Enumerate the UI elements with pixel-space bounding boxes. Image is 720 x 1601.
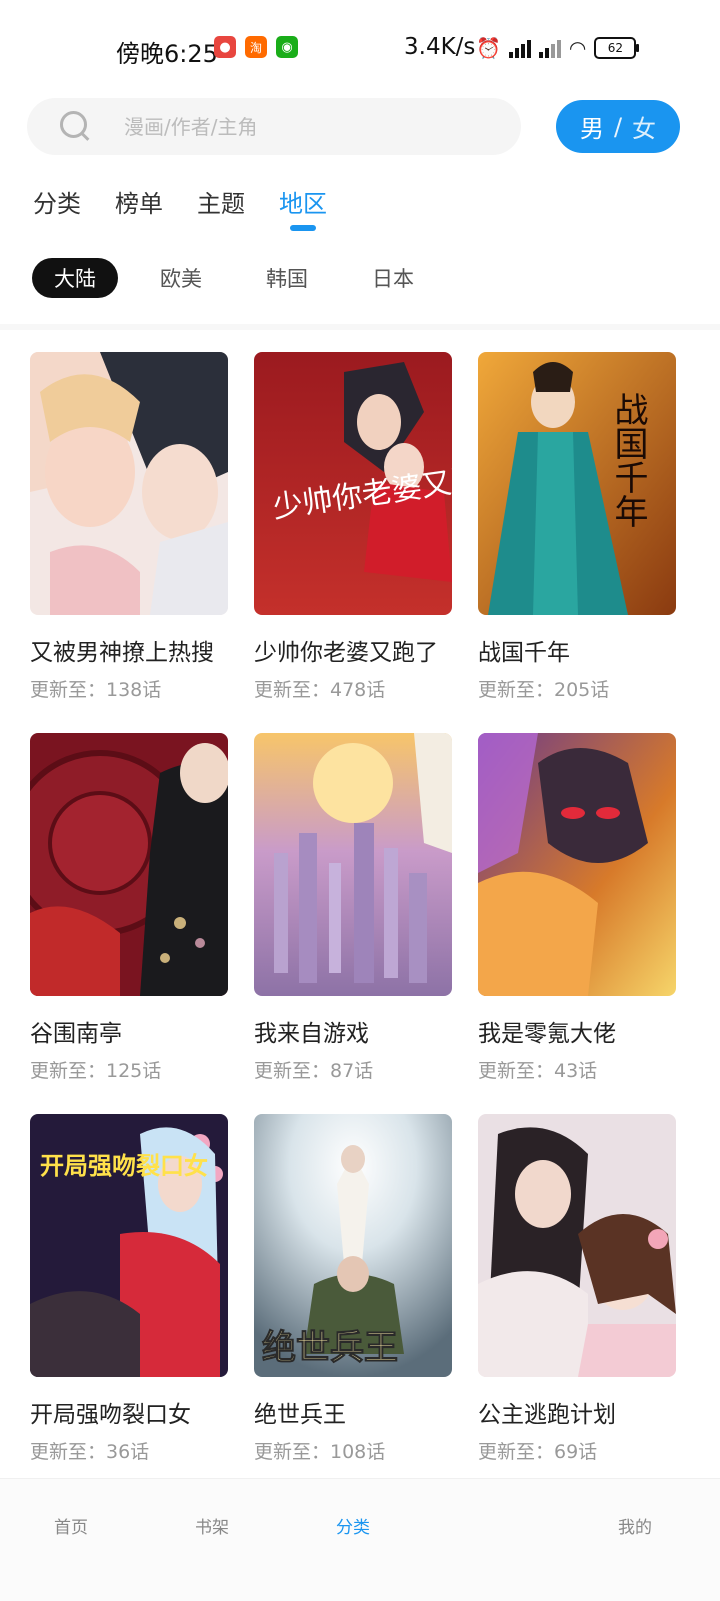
tab-ranking[interactable]: 榜单 — [115, 184, 163, 231]
comic-card[interactable]: 谷围南亭 更新至：125话 — [30, 733, 228, 1083]
comic-card[interactable]: 少帅你老婆又跑了 少帅你老婆又跑了 更新至：478话 — [254, 352, 452, 702]
search-icon — [56, 107, 96, 147]
comic-title[interactable]: 开局强吻裂口女 — [30, 1395, 228, 1429]
cover-title-text: 绝世兵王 — [262, 1328, 398, 1368]
region-chip-japan[interactable]: 日本 — [350, 258, 436, 298]
comic-cover[interactable]: 开局强吻裂口女 — [30, 1114, 228, 1377]
comic-card[interactable]: 开局强吻裂口女 开局强吻裂口女 更新至：36话 — [30, 1114, 228, 1464]
comic-cover[interactable]: 少帅你老婆又跑了 — [254, 352, 452, 615]
comic-update: 更新至：69话 — [478, 1441, 598, 1463]
region-chip-korea[interactable]: 韩国 — [244, 258, 330, 298]
status-time: 傍晚6:25 — [116, 40, 218, 68]
taobao-icon: 淘 — [245, 36, 267, 58]
comic-cover[interactable]: 战国千年 — [478, 352, 676, 615]
nav-bookshelf[interactable]: 书架 — [172, 1513, 252, 1538]
comic-title[interactable]: 战国千年 — [478, 633, 676, 667]
comic-cover[interactable] — [30, 352, 228, 615]
comic-cover[interactable] — [478, 1114, 676, 1377]
comic-update: 更新至：138话 — [30, 679, 162, 701]
comic-card[interactable]: 我是零氪大佬 更新至：43话 — [478, 733, 676, 1083]
comic-update: 更新至：43话 — [478, 1060, 598, 1082]
wifi-icon: ◠ — [568, 36, 587, 60]
red-bear-app-icon: ● — [214, 36, 236, 58]
comic-card[interactable]: 又被男神撩上热搜 更新至：138话 — [30, 352, 228, 702]
comic-title[interactable]: 少帅你老婆又跑了 — [254, 633, 452, 667]
battery-icon: 62 — [594, 37, 640, 59]
region-filter: 大陆 欧美 韩国 日本 — [32, 258, 456, 298]
gender-separator: / — [613, 112, 623, 141]
comic-update: 更新至：36话 — [30, 1441, 150, 1463]
comic-update: 更新至：87话 — [254, 1060, 374, 1082]
nav-category[interactable]: 分类 — [313, 1513, 393, 1538]
comic-card[interactable]: 绝世兵王 绝世兵王 更新至：108话 — [254, 1114, 452, 1464]
tab-category[interactable]: 分类 — [33, 184, 81, 231]
nav-profile[interactable]: 我的 — [595, 1513, 675, 1538]
alarm-icon: ⏰ — [476, 36, 501, 60]
comic-update: 更新至：205话 — [478, 679, 610, 701]
comic-cover[interactable] — [30, 733, 228, 996]
tab-region[interactable]: 地区 — [279, 184, 327, 231]
region-chip-western[interactable]: 欧美 — [138, 258, 224, 298]
region-chip-mainland[interactable]: 大陆 — [32, 258, 118, 298]
comic-title[interactable]: 谷围南亭 — [30, 1014, 228, 1048]
comic-update: 更新至：478话 — [254, 679, 386, 701]
nav-home[interactable]: 首页 — [31, 1513, 111, 1538]
comic-cover[interactable] — [478, 733, 676, 996]
tab-theme[interactable]: 主题 — [197, 184, 245, 231]
gender-toggle-button[interactable]: 男 / 女 — [556, 100, 680, 153]
network-speed: 3.4K/s — [404, 34, 476, 60]
category-tabs: 分类 榜单 主题 地区 — [33, 184, 327, 231]
gender-male-label[interactable]: 男 — [580, 109, 604, 144]
comic-title[interactable]: 我是零氪大佬 — [478, 1014, 676, 1048]
comic-title[interactable]: 绝世兵王 — [254, 1395, 452, 1429]
comic-update: 更新至：108话 — [254, 1441, 386, 1463]
comic-title[interactable]: 公主逃跑计划 — [478, 1395, 676, 1429]
comic-cover[interactable]: 绝世兵王 — [254, 1114, 452, 1377]
cover-title-text: 战国千年 — [608, 392, 648, 528]
search-bar[interactable] — [27, 98, 521, 155]
comic-update: 更新至：125话 — [30, 1060, 162, 1082]
comic-card[interactable]: 我来自游戏 更新至：87话 — [254, 733, 452, 1083]
status-bar: 傍晚6:25 ● 淘 ◉ 3.4K/s ⏰ ◠ 62 — [0, 0, 720, 96]
search-input[interactable] — [122, 113, 486, 140]
comic-cover[interactable] — [254, 733, 452, 996]
wechat-icon: ◉ — [276, 36, 298, 58]
comic-title[interactable]: 我来自游戏 — [254, 1014, 452, 1048]
section-divider — [0, 324, 720, 330]
signal-icon — [508, 38, 531, 58]
comic-card[interactable]: 战国千年 战国千年 更新至：205话 — [478, 352, 676, 702]
signal-icon-2 — [538, 38, 561, 58]
comic-card[interactable]: 公主逃跑计划 更新至：69话 — [478, 1114, 676, 1464]
gender-female-label[interactable]: 女 — [632, 109, 656, 144]
bottom-nav: 首页 书架 分类 我的 — [0, 1478, 720, 1601]
cover-title-text: 开局强吻裂口女 — [40, 1152, 208, 1180]
comic-title[interactable]: 又被男神撩上热搜 — [30, 633, 228, 667]
